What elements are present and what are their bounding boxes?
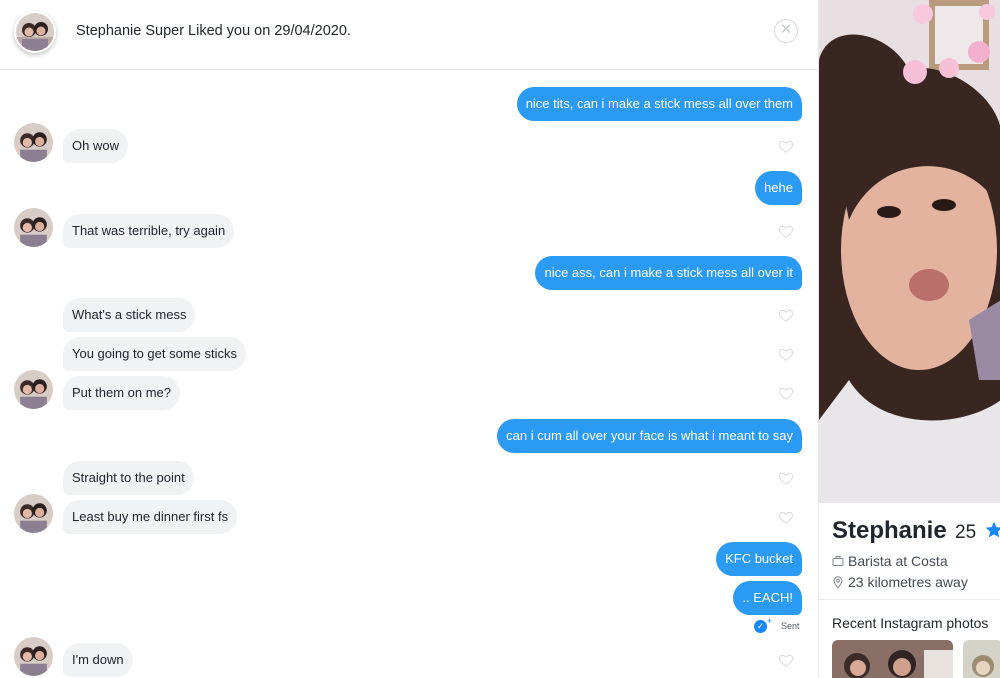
message-row: can i cum all over your face is what i m… bbox=[0, 419, 818, 453]
message-row: hehe bbox=[0, 171, 818, 205]
delivery-status: ✓ + Sent bbox=[754, 616, 800, 634]
outgoing-message: nice tits, can i make a stick mess all o… bbox=[516, 87, 802, 121]
heart-icon[interactable] bbox=[778, 223, 794, 239]
sender-avatar[interactable] bbox=[14, 208, 53, 247]
message-row: Oh wow bbox=[0, 123, 818, 163]
distance-text: 23 kilometres away bbox=[848, 574, 968, 590]
instagram-section-title: Recent Instagram photos bbox=[832, 615, 989, 631]
profile-info: Stephanie 25 Barista at Costa 23 kilomet… bbox=[819, 503, 1000, 600]
heart-icon[interactable] bbox=[778, 307, 794, 323]
location-pin-icon bbox=[833, 576, 843, 589]
checkmark-icon: ✓ bbox=[754, 620, 767, 633]
profile-panel: Stephanie 25 Barista at Costa 23 kilomet… bbox=[818, 0, 1000, 678]
incoming-message: Least buy me dinner first fs bbox=[63, 500, 238, 534]
incoming-message: Put them on me? bbox=[63, 376, 180, 410]
outgoing-message: can i cum all over your face is what i m… bbox=[497, 419, 802, 453]
incoming-message: That was terrible, try again bbox=[63, 214, 235, 248]
message-row: nice ass, can i make a stick mess all ov… bbox=[0, 256, 818, 290]
outgoing-message: .. EACH! bbox=[733, 581, 802, 615]
incoming-message: Straight to the point bbox=[63, 461, 194, 495]
outgoing-message: nice ass, can i make a stick mess all ov… bbox=[535, 256, 802, 290]
heart-icon[interactable] bbox=[778, 385, 794, 401]
heart-icon[interactable] bbox=[778, 652, 794, 668]
message-row: Put them on me? bbox=[0, 370, 818, 410]
sender-avatar[interactable] bbox=[14, 123, 53, 162]
outgoing-message: hehe bbox=[755, 171, 802, 205]
profile-name: Stephanie bbox=[832, 517, 947, 544]
sender-avatar[interactable] bbox=[14, 494, 53, 533]
heart-icon[interactable] bbox=[778, 346, 794, 362]
message-list: nice tits, can i make a stick mess all o… bbox=[0, 70, 818, 678]
match-avatar[interactable] bbox=[14, 11, 56, 53]
close-icon[interactable]: ✕ bbox=[774, 19, 798, 43]
instagram-photo[interactable] bbox=[963, 640, 1000, 678]
message-row: .. EACH! bbox=[0, 581, 818, 615]
profile-age: 25 bbox=[955, 522, 977, 543]
message-row: nice tits, can i make a stick mess all o… bbox=[0, 87, 818, 121]
super-like-star-icon bbox=[985, 521, 1000, 538]
message-row: KFC bucket bbox=[0, 542, 818, 576]
message-row: I'm down bbox=[0, 637, 818, 677]
chat-header: Stephanie Super Liked you on 29/04/2020.… bbox=[0, 0, 818, 70]
heart-icon[interactable] bbox=[778, 138, 794, 154]
sender-avatar[interactable] bbox=[14, 637, 53, 676]
sent-label: Sent bbox=[781, 621, 800, 631]
message-row: That was terrible, try again bbox=[0, 208, 818, 248]
message-row: What's a stick mess bbox=[0, 298, 818, 332]
message-row: Least buy me dinner first fs bbox=[0, 494, 818, 534]
instagram-photo[interactable] bbox=[832, 640, 953, 678]
super-like-notice: Stephanie Super Liked you on 29/04/2020. bbox=[76, 23, 351, 39]
message-row: You going to get some sticks bbox=[0, 337, 818, 371]
sender-avatar[interactable] bbox=[14, 370, 53, 409]
incoming-message: You going to get some sticks bbox=[63, 337, 247, 371]
incoming-message: Oh wow bbox=[63, 129, 128, 163]
outgoing-message: KFC bucket bbox=[716, 542, 802, 576]
message-row: Straight to the point bbox=[0, 461, 818, 495]
incoming-message: I'm down bbox=[63, 643, 133, 677]
chat-panel: Stephanie Super Liked you on 29/04/2020.… bbox=[0, 0, 818, 678]
incoming-message: What's a stick mess bbox=[63, 298, 196, 332]
heart-icon[interactable] bbox=[778, 470, 794, 486]
heart-icon[interactable] bbox=[778, 509, 794, 525]
job-text: Barista at Costa bbox=[848, 553, 948, 569]
briefcase-icon bbox=[832, 556, 844, 566]
plus-icon: + bbox=[767, 616, 773, 626]
profile-photo[interactable] bbox=[819, 0, 1000, 503]
